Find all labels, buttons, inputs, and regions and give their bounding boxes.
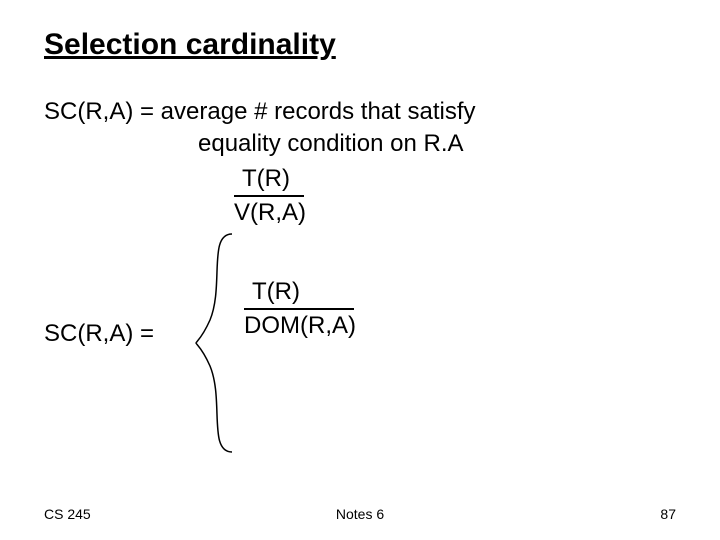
footer-right: 87 — [660, 506, 676, 522]
fraction-2: T(R) DOM(R,A) — [244, 276, 676, 343]
brace-icon — [192, 230, 238, 456]
sc-equals-label: SC(R,A) = — [44, 318, 154, 350]
fraction-1-denominator: V(R,A) — [234, 197, 310, 229]
slide: Selection cardinality SC(R,A) = average … — [0, 0, 720, 540]
definition-line-1: SC(R,A) = average # records that satisfy — [44, 96, 676, 128]
slide-title: Selection cardinality — [44, 28, 676, 62]
footer-center: Notes 6 — [336, 506, 384, 522]
fraction-1: T(R) V(R,A) — [234, 163, 676, 230]
slide-body: SC(R,A) = average # records that satisfy… — [44, 96, 676, 342]
fraction-2-numerator: T(R) — [244, 276, 304, 308]
slide-footer: CS 245 Notes 6 87 — [0, 506, 720, 522]
fraction-2-denominator: DOM(R,A) — [244, 310, 360, 342]
definition-line-2: equality condition on R.A — [44, 128, 676, 160]
fraction-1-numerator: T(R) — [234, 163, 294, 195]
footer-left: CS 245 — [44, 506, 91, 522]
